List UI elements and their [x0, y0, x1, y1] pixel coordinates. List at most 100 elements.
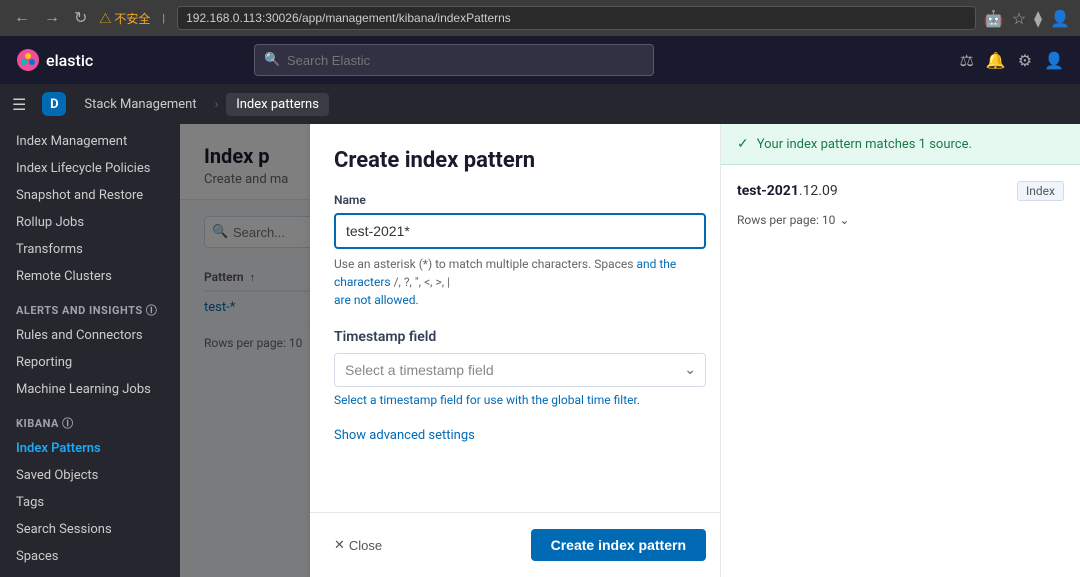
browser-controls: ← → ↻ — [10, 6, 91, 30]
name-hint: Use an asterisk (*) to match multiple ch… — [334, 255, 706, 309]
back-button[interactable]: ← — [10, 7, 34, 29]
modal-body: Create index pattern Name Use an asteris… — [310, 124, 730, 512]
sidebar: Index Management Index Lifecycle Policie… — [0, 124, 180, 577]
sidebar-item-transforms[interactable]: Transforms — [0, 236, 180, 263]
index-name-suffix: .12.09 — [799, 183, 838, 199]
name-input[interactable] — [334, 213, 706, 249]
forward-button[interactable]: → — [40, 7, 64, 29]
breadcrumb-separator: › — [215, 97, 219, 111]
sidebar-item-label: Tags — [16, 495, 44, 510]
hint-chars: /, ?, ", <, >, | — [394, 275, 450, 289]
right-panel-body: test-2021.12.09 Index Rows per page: 10 … — [721, 165, 1080, 243]
nav-bar: ☰ D Stack Management › Index patterns — [0, 84, 1080, 124]
breadcrumb-index-patterns[interactable]: Index patterns — [226, 93, 329, 116]
sidebar-item-remote-clusters[interactable]: Remote Clusters — [0, 263, 180, 290]
info-icon: ⓘ — [146, 304, 158, 317]
main-layout: Index Management Index Lifecycle Policie… — [0, 124, 1080, 577]
sidebar-item-label: Saved Objects — [16, 468, 98, 483]
index-badge: Index — [1017, 181, 1064, 201]
hint-not-allowed: are not allowed. — [334, 293, 419, 307]
profile-icon: 👤 — [1050, 9, 1070, 28]
timestamp-hint: Select a timestamp field for use with th… — [334, 393, 706, 407]
star-icon: ☆ — [1012, 9, 1026, 28]
rows-value: 10 — [822, 213, 836, 227]
modal-overlay: Create index pattern Name Use an asteris… — [180, 124, 1080, 577]
sidebar-item-tags[interactable]: Tags — [0, 489, 180, 516]
separator: | — [162, 12, 165, 25]
breadcrumb-stack-management[interactable]: Stack Management — [74, 93, 206, 116]
sidebar-item-label: Spaces — [16, 549, 59, 564]
create-index-pattern-modal: Create index pattern Name Use an asteris… — [310, 124, 730, 577]
help-icon[interactable]: ⚖ — [959, 51, 973, 70]
global-search-input[interactable] — [254, 44, 654, 76]
modal-footer: ✕ Close Create index pattern — [310, 512, 730, 577]
sidebar-item-label: Search Sessions — [16, 522, 112, 537]
reload-button[interactable]: ↻ — [70, 6, 91, 30]
elastic-logo: elastic — [16, 48, 93, 72]
logo-text: elastic — [46, 51, 93, 70]
header-right: ⚖ 🔔 ⚙ 👤 — [959, 51, 1064, 70]
sidebar-section-alerts: Alerts and Insights ⓘ — [0, 290, 180, 322]
sidebar-item-index-patterns[interactable]: Index Patterns — [0, 435, 180, 462]
sidebar-item-snapshot-restore[interactable]: Snapshot and Restore — [0, 182, 180, 209]
timestamp-form-group: Timestamp field Select a timestamp field… — [334, 329, 706, 407]
match-text: Your index pattern matches 1 source. — [757, 137, 972, 152]
timestamp-select-wrapper: Select a timestamp field ⌄ — [334, 353, 706, 387]
app-header: elastic 🔍 ⚖ 🔔 ⚙ 👤 — [0, 36, 1080, 84]
right-panel: ✓ Your index pattern matches 1 source. t… — [720, 124, 1080, 577]
close-x-icon: ✕ — [334, 537, 345, 553]
sidebar-item-index-lifecycle[interactable]: Index Lifecycle Policies — [0, 155, 180, 182]
match-banner: ✓ Your index pattern matches 1 source. — [721, 124, 1080, 165]
index-row: test-2021.12.09 Index — [737, 181, 1064, 201]
sidebar-item-label: Snapshot and Restore — [16, 188, 143, 203]
workspace-badge[interactable]: D — [42, 92, 66, 116]
extension-icon: 🤖 — [984, 9, 1004, 28]
sidebar-item-index-management[interactable]: Index Management — [0, 128, 180, 155]
sidebar-item-label: Machine Learning Jobs — [16, 382, 151, 397]
hint-link[interactable]: and the characters — [334, 257, 676, 289]
create-index-pattern-button[interactable]: Create index pattern — [531, 529, 706, 561]
sidebar-item-rollup-jobs[interactable]: Rollup Jobs — [0, 209, 180, 236]
sidebar-item-label: Remote Clusters — [16, 269, 112, 284]
bell-icon[interactable]: 🔔 — [986, 51, 1006, 70]
index-name-bold: test-2021 — [737, 183, 799, 199]
sidebar-item-label: Rules and Connectors — [16, 328, 143, 343]
sidebar-item-spaces[interactable]: Spaces — [0, 543, 180, 570]
timestamp-select[interactable]: Select a timestamp field — [334, 353, 706, 387]
security-warning: △ 不安全 — [99, 10, 150, 27]
sidebar-item-saved-objects[interactable]: Saved Objects — [0, 462, 180, 489]
content-area: Index patterns Create and manage index p… — [180, 124, 1080, 577]
close-modal-button[interactable]: ✕ Close — [334, 537, 382, 553]
global-search: 🔍 — [254, 44, 654, 76]
browser-chrome: ← → ↻ △ 不安全 | 🤖 ☆ ⧫ 👤 — [0, 0, 1080, 36]
sidebar-item-label: Index Lifecycle Policies — [16, 161, 150, 176]
settings-icon[interactable]: ⚙ — [1018, 51, 1032, 70]
sidebar-item-label: Index Management — [16, 134, 127, 149]
advanced-settings-link[interactable]: Show advanced settings — [334, 428, 475, 443]
right-rows-per-page: Rows per page: 10 ⌄ — [737, 213, 1064, 227]
rows-label: Rows per page: 10 — [737, 213, 835, 227]
checkmark-icon: ✓ — [737, 136, 749, 152]
sidebar-item-reporting[interactable]: Reporting — [0, 349, 180, 376]
sidebar-item-advanced-settings[interactable]: Advanced Settings — [0, 570, 180, 577]
hamburger-menu[interactable]: ☰ — [12, 95, 26, 114]
close-label: Close — [349, 538, 382, 553]
sidebar-item-label: Rollup Jobs — [16, 215, 84, 230]
elastic-logo-icon — [16, 48, 40, 72]
user-icon[interactable]: 👤 — [1044, 51, 1064, 70]
sidebar-item-label: Reporting — [16, 355, 72, 370]
timestamp-label: Timestamp field — [334, 329, 706, 345]
name-form-group: Name Use an asterisk (*) to match multip… — [334, 193, 706, 309]
sidebar-item-search-sessions[interactable]: Search Sessions — [0, 516, 180, 543]
address-bar[interactable] — [177, 6, 976, 30]
sidebar-item-label: Index Patterns — [16, 441, 101, 456]
browser-icons: 🤖 ☆ ⧫ 👤 — [984, 9, 1070, 28]
sidebar-item-label: Transforms — [16, 242, 83, 257]
name-label: Name — [334, 193, 706, 207]
sidebar-section-kibana: Kibana ⓘ — [0, 403, 180, 435]
puzzle-icon: ⧫ — [1034, 9, 1042, 28]
sidebar-item-ml-jobs[interactable]: Machine Learning Jobs — [0, 376, 180, 403]
rows-chevron-icon[interactable]: ⌄ — [839, 213, 849, 227]
sidebar-item-rules-connectors[interactable]: Rules and Connectors — [0, 322, 180, 349]
modal-title: Create index pattern — [334, 148, 706, 173]
